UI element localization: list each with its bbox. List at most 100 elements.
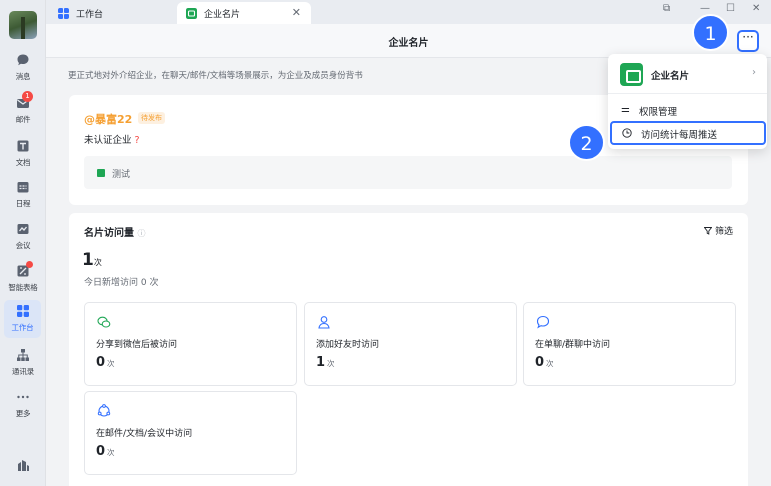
nav-label: 日程 — [15, 199, 31, 208]
nav-label: 邮件 — [15, 115, 31, 124]
stat-box-mail-doc-meeting: 在邮件/文档/会议中访问 0次 — [84, 391, 297, 475]
step-marker-2: 2 — [568, 124, 605, 161]
total-visits-value: 1 — [82, 250, 94, 270]
unverified-label: 未认证企业 — [84, 135, 132, 146]
stat-box-wechat: 分享到微信后被访问 0次 — [84, 302, 297, 386]
nav-item-app-store[interactable] — [0, 458, 46, 472]
menu-header-corporate-card[interactable]: 企业名片 › — [608, 54, 767, 94]
menu-header-title: 企业名片 — [651, 71, 690, 82]
nav-label: 文档 — [15, 158, 31, 167]
close-window-icon[interactable]: ✕ — [752, 3, 760, 14]
intro-text: 更正式地对外介绍企业，在聊天/邮件/文档等场景展示，为企业及成员身份背书 — [68, 71, 363, 81]
tab-label: 企业名片 — [204, 9, 241, 20]
company-tag: 测试 — [112, 170, 131, 180]
meeting-icon — [17, 224, 29, 234]
chevron-right-icon: › — [752, 67, 756, 78]
calendar-icon — [17, 182, 29, 193]
close-tab-icon[interactable]: ✕ — [292, 6, 301, 19]
tab-corporate-card[interactable]: 企业名片 ✕ — [177, 2, 311, 24]
notification-dot — [26, 261, 33, 268]
minimize-icon[interactable]: — — [700, 3, 710, 14]
stat-number: 0 — [535, 355, 545, 370]
stat-label: 在单聊/群聊中访问 — [535, 340, 611, 350]
corporate-card-icon — [186, 7, 197, 19]
nav-item-meeting[interactable]: 会议 — [0, 222, 46, 251]
corporate-card-icon — [620, 63, 643, 86]
total-visits: 1次 — [82, 250, 102, 270]
stat-number: 0 — [96, 355, 106, 370]
nav-label: 工作台 — [11, 323, 34, 332]
stat-number: 1 — [316, 355, 326, 370]
menu-item-weekly-stats-push[interactable]: 访问统计每周推送 — [610, 121, 766, 145]
nav-item-docs[interactable]: 文档 — [0, 139, 46, 168]
nav-label: 智能表格 — [8, 283, 38, 292]
more-options-menu: 企业名片 › ⚌ 权限管理 访问统计每周推送 — [608, 54, 767, 149]
filter-button[interactable]: 筛选 — [703, 224, 733, 237]
nav-item-messages[interactable]: 消息 — [0, 53, 46, 82]
chat-bubble-icon — [17, 54, 29, 66]
org-chart-icon — [17, 349, 29, 361]
filter-label: 筛选 — [714, 227, 733, 237]
help-icon[interactable]: ? — [135, 135, 140, 146]
menu-item-label: 访问统计每周推送 — [641, 130, 718, 141]
stat-label: 添加好友时访问 — [316, 340, 380, 350]
stat-value: 0次 — [535, 355, 554, 370]
stats-title: 名片访问量 ⓘ — [84, 224, 145, 239]
permissions-icon: ⚌ — [621, 104, 630, 115]
stat-number: 0 — [96, 444, 106, 459]
popout-icon[interactable]: ⧉ — [663, 3, 670, 14]
stat-box-add-friend: 添加好友时访问 1次 — [304, 302, 517, 386]
share-loop-icon — [97, 404, 111, 417]
nav-label: 通讯录 — [12, 367, 34, 376]
building-icon — [18, 460, 29, 471]
total-visits-unit: 次 — [93, 258, 102, 267]
left-nav: 消息 1 邮件 文档 日程 会议 智能表格 工作台 通讯录 更多 — [0, 0, 46, 486]
company-tag-box[interactable]: 测试 — [84, 156, 732, 189]
stat-label: 分享到微信后被访问 — [96, 340, 178, 350]
nav-label: 更多 — [15, 409, 31, 418]
tab-bar: 工作台 企业名片 ✕ ⧉ — ☐ ✕ — [46, 0, 771, 24]
info-icon[interactable]: ⓘ — [137, 229, 145, 238]
nav-item-mail[interactable]: 1 邮件 — [0, 91, 46, 125]
more-dots-icon — [17, 395, 29, 399]
workbench-grid-icon — [58, 7, 69, 19]
tab-label: 工作台 — [76, 9, 104, 20]
person-icon — [318, 316, 330, 329]
nav-item-more[interactable]: 更多 — [0, 390, 46, 419]
more-options-button[interactable]: ··· — [737, 30, 759, 52]
stats-title-text: 名片访问量 — [84, 228, 134, 239]
clock-icon — [622, 128, 632, 138]
page-header: 企业名片 ··· — [46, 24, 771, 58]
nav-item-contacts[interactable]: 通讯录 — [0, 348, 46, 377]
chat-bubble-icon — [536, 315, 550, 329]
menu-item-permissions[interactable]: ⚌ 权限管理 — [608, 98, 767, 122]
menu-item-label: 权限管理 — [639, 107, 678, 118]
wechat-icon — [97, 316, 111, 328]
stat-value: 0次 — [96, 444, 115, 459]
stat-label: 在邮件/文档/会议中访问 — [96, 429, 193, 439]
workbench-grid-icon — [16, 305, 29, 317]
stat-value: 1次 — [316, 355, 335, 370]
tab-workbench[interactable]: 工作台 — [52, 2, 176, 24]
stat-unit: 次 — [107, 359, 115, 368]
nav-item-workbench[interactable]: 工作台 — [4, 300, 41, 338]
avatar[interactable] — [9, 11, 37, 39]
unread-badge: 1 — [22, 91, 33, 102]
verification-status: 未认证企业? — [84, 132, 140, 146]
visit-stats-card: 名片访问量 ⓘ 筛选 1次 今日新增访问 0 次 分享到微信后被访问 0次 添加… — [69, 213, 748, 486]
company-name: @暴富22 — [84, 113, 133, 126]
tag-icon — [97, 169, 105, 177]
filter-icon — [703, 227, 713, 235]
maximize-icon[interactable]: ☐ — [726, 3, 735, 14]
nav-label: 会议 — [15, 241, 31, 250]
today-visits: 今日新增访问 0 次 — [84, 278, 159, 288]
nav-item-calendar[interactable]: 日程 — [0, 180, 46, 209]
nav-item-smart-sheet[interactable]: 智能表格 — [0, 261, 46, 293]
stat-box-chat: 在单聊/群聊中访问 0次 — [523, 302, 736, 386]
status-badge: 待发布 — [138, 112, 165, 124]
document-icon — [17, 140, 29, 152]
page-title: 企业名片 — [388, 38, 429, 49]
stat-unit: 次 — [327, 359, 335, 368]
stat-unit: 次 — [546, 359, 554, 368]
stat-value: 0次 — [96, 355, 115, 370]
